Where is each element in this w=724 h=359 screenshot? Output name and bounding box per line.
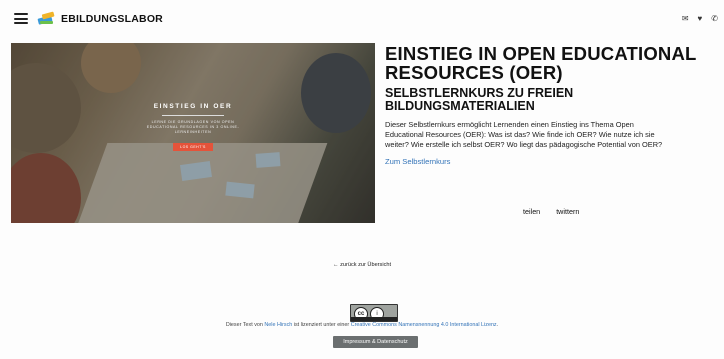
- hero-overlay-text: LERNE DIE GRUNDLAGEN VON OPEN EDUCATIONA…: [146, 120, 240, 134]
- logo-icon[interactable]: [37, 10, 57, 26]
- license-middle: ist lizenziert unter einer: [292, 322, 351, 328]
- hero-overlay: EINSTIEG IN OER LERNE DIE GRUNDLAGEN VON…: [143, 103, 243, 153]
- hero-overlay-title: EINSTIEG IN OER: [153, 103, 233, 110]
- twitter-icon[interactable]: ♥: [698, 14, 703, 23]
- hero-image: EINSTIEG IN OER LERNE DIE GRUNDLAGEN VON…: [11, 43, 375, 223]
- hero-overlay-button: LOS GEHT'S: [173, 143, 213, 151]
- page-title: EINSTIEG IN OPEN EDUCATIONAL RESOURCES (…: [385, 43, 697, 83]
- license-prefix: Dieser Text von: [225, 322, 265, 328]
- badge-strip: [351, 317, 397, 321]
- site-header: EBILDUNGSLABOR ✉ ♥ ✆: [0, 0, 724, 38]
- license-suffix: .: [496, 322, 499, 328]
- hero-overlay-divider: [162, 115, 224, 116]
- author-link[interactable]: Nele Hirsch: [264, 322, 292, 328]
- brand-name[interactable]: EBILDUNGSLABOR: [61, 13, 163, 25]
- description-line: weiter? Wie erstelle ich selbst OER? Wo …: [385, 140, 663, 149]
- page: EBILDUNGSLABOR ✉ ♥ ✆ EINSTIEG IN OER LER…: [0, 0, 724, 359]
- course-link[interactable]: Zum Selbstlernkurs: [385, 157, 724, 166]
- back-link-row: ← zurück zur Übersicht: [0, 262, 724, 268]
- back-to-overview-link[interactable]: ← zurück zur Übersicht: [333, 262, 391, 268]
- course-info: EINSTIEG IN OPEN EDUCATIONAL RESOURCES (…: [385, 43, 724, 216]
- mail-icon[interactable]: ✉: [682, 14, 689, 23]
- header-contact-icons: ✉ ♥ ✆: [682, 14, 718, 23]
- impressum-button[interactable]: Impressum & Datenschutz: [333, 336, 418, 348]
- course-description: Dieser Selbstlernkurs ermöglicht Lernend…: [385, 120, 724, 150]
- phone-icon[interactable]: ✆: [711, 14, 718, 23]
- license-link[interactable]: Creative Commons Namensnennung 4.0 Inter…: [351, 322, 497, 328]
- cc-license-badge[interactable]: cc i: [350, 304, 398, 322]
- description-line: Educational Resources (OER): Was ist das…: [385, 130, 655, 139]
- share-links: teilen twittern: [523, 207, 579, 216]
- license-text: Dieser Text von Nele Hirsch ist lizenzie…: [0, 322, 724, 328]
- twitter-share-button[interactable]: twittern: [556, 207, 579, 216]
- menu-icon[interactable]: [14, 13, 28, 24]
- description-line: Dieser Selbstlernkurs ermöglicht Lernend…: [385, 120, 634, 129]
- page-subtitle: SELBSTLERNKURS ZU FREIEN BILDUNGSMATERIA…: [385, 86, 574, 113]
- share-button[interactable]: teilen: [523, 207, 540, 216]
